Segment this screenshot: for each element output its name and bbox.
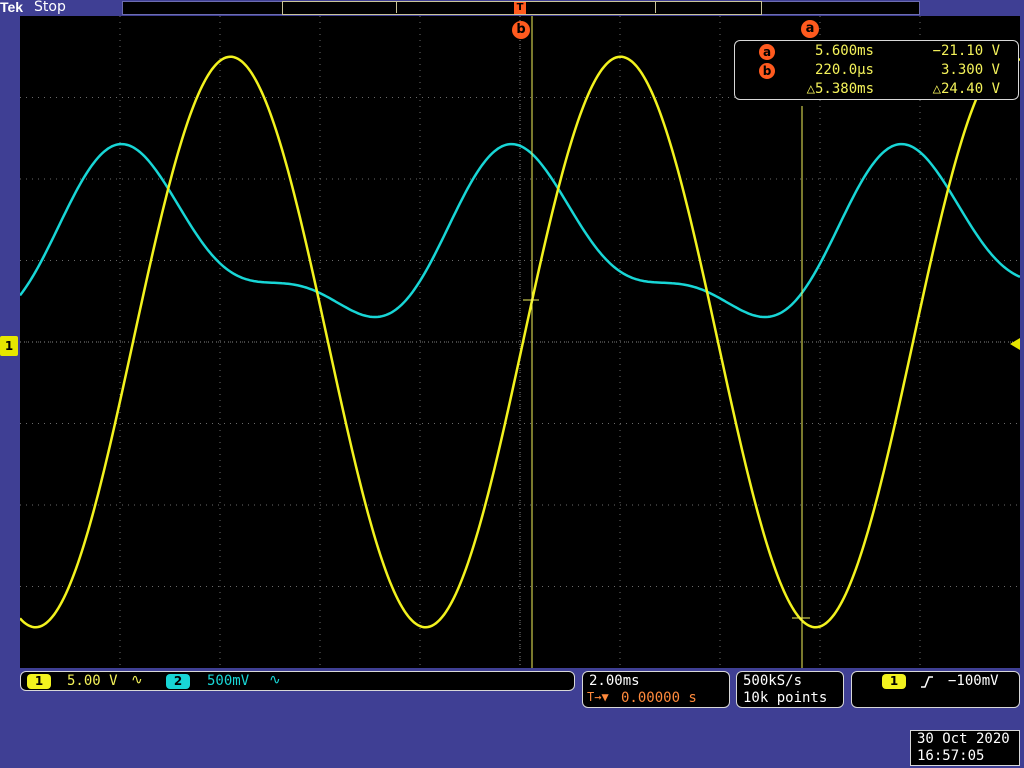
channel-1-coupling-icon: ∿	[131, 672, 143, 688]
cursor-b-badge: b	[759, 63, 775, 79]
trigger-settings-panel[interactable]: 1 −100mV	[851, 671, 1020, 708]
cursor-delta-voltage: △24.40 V	[932, 81, 1000, 97]
channel-2-scale[interactable]: 500mV	[207, 673, 249, 689]
trigger-position-value[interactable]: 0.00000 s	[621, 690, 697, 706]
graticule-grid	[20, 16, 1020, 668]
date-time-display: 30 Oct 2020 16:57:05	[910, 730, 1020, 766]
graticule	[20, 16, 1020, 668]
cursor-b-badge[interactable]: b	[512, 21, 530, 39]
horizontal-settings-panel[interactable]: 2.00ms T→▼ 0.00000 s	[582, 671, 730, 708]
vertical-settings-panel[interactable]: 1 5.00 V ∿ 2 500mV ∿	[20, 671, 575, 691]
record-length: 10k points	[743, 690, 828, 706]
rising-edge-icon	[921, 676, 933, 688]
acquisition-settings-panel[interactable]: 500kS/s 10k points	[736, 671, 844, 708]
record-tick	[655, 1, 656, 13]
cursor-b-time: 220.0µs	[814, 62, 874, 78]
cursor-a-time: 5.600ms	[814, 43, 874, 59]
trigger-level-value[interactable]: −100mV	[948, 673, 999, 689]
channel-2-waveform	[20, 142, 1020, 319]
date-label: 30 Oct 2020	[917, 731, 1010, 747]
cursor-readout-panel: a 5.600ms −21.10 V b 220.0µs 3.300 V △5.…	[734, 40, 1019, 100]
channel-2-coupling-icon: ∿	[269, 672, 281, 688]
timebase-scale[interactable]: 2.00ms	[589, 673, 640, 689]
cursor-readout-row-delta: △5.380ms △24.40 V	[735, 81, 1020, 99]
cursor-readout-row-b: b 220.0µs 3.300 V	[735, 62, 1020, 80]
trigger-level-arrow-icon[interactable]	[1010, 338, 1020, 350]
cursor-delta-time: △5.380ms	[806, 81, 874, 97]
brand-label: Tek	[0, 0, 24, 15]
acquisition-state: Stop	[34, 0, 66, 15]
channel-1-ground-marker[interactable]: 1	[0, 336, 18, 356]
trigger-position-icon: T	[514, 2, 526, 14]
channel-2-badge[interactable]: 2	[166, 674, 190, 689]
time-label: 16:57:05	[917, 748, 985, 764]
record-tick	[396, 1, 397, 13]
cursor-a-voltage: −21.10 V	[932, 43, 1000, 59]
channel-1-badge[interactable]: 1	[27, 674, 51, 689]
cursor-a-badge[interactable]: a	[801, 20, 819, 38]
cursor-readout-row-a: a 5.600ms −21.10 V	[735, 43, 1020, 61]
channel-1-scale[interactable]: 5.00 V	[67, 673, 118, 689]
sample-rate: 500kS/s	[743, 673, 803, 689]
trigger-source-badge[interactable]: 1	[882, 674, 906, 689]
cursor-a-badge: a	[759, 44, 775, 60]
trigger-position-icon: T→▼	[587, 690, 609, 704]
cursor-b-voltage: 3.300 V	[940, 62, 1000, 78]
status-bar: Tek Stop T	[0, 0, 1024, 16]
